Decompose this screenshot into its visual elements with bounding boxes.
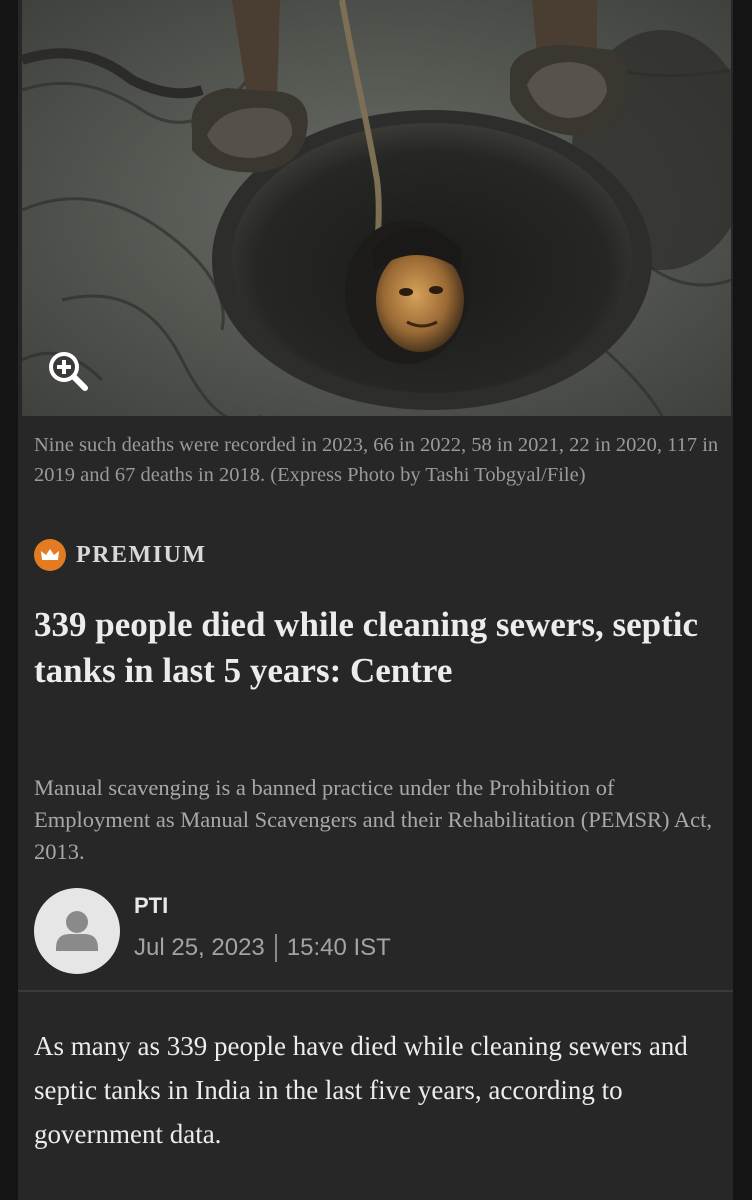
author-avatar[interactable] xyxy=(34,888,120,974)
author-name[interactable]: PTI xyxy=(134,893,168,919)
publish-time: 15:40 IST xyxy=(286,934,391,961)
publish-date: Jul 25, 2023 xyxy=(134,934,265,961)
article-standfirst: Manual scavenging is a banned practice u… xyxy=(34,775,712,864)
article-body-paragraph: As many as 339 people have died while cl… xyxy=(34,1031,688,1149)
zoom-in-icon xyxy=(49,352,88,391)
premium-badge[interactable]: PREMIUM xyxy=(34,538,206,572)
crown-icon xyxy=(34,539,66,571)
premium-label: PREMIUM xyxy=(76,541,207,568)
zoom-in-button[interactable] xyxy=(45,348,89,392)
dateline-separator xyxy=(274,934,277,962)
article-headline: 339 people died while cleaning sewers, s… xyxy=(34,605,698,690)
article-dateline: Jul 25, 2023 15:40 IST xyxy=(134,934,391,962)
photo-illustration xyxy=(22,0,731,416)
section-divider xyxy=(18,990,733,992)
article-card: Nine such deaths were recorded in 2023, … xyxy=(18,0,733,1200)
article-photo[interactable] xyxy=(22,0,731,416)
photo-caption: Nine such deaths were recorded in 2023, … xyxy=(34,434,719,486)
default-user-icon xyxy=(56,911,98,951)
